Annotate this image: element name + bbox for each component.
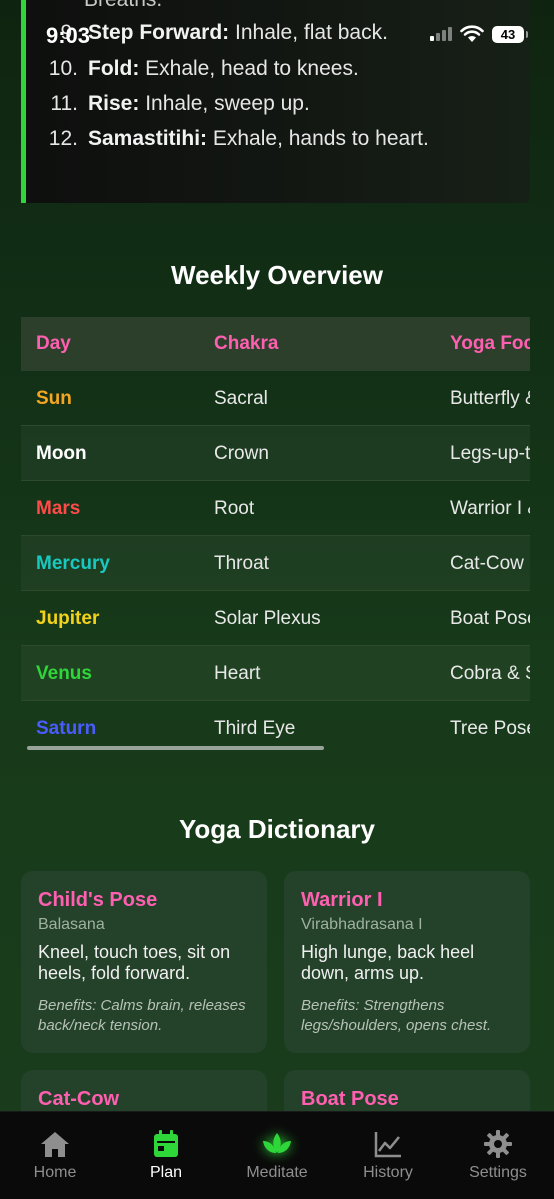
pose-benefits: Benefits: Strengthens legs/shoulders, op… [301,997,492,1034]
pose-name: Cat-Cow [38,1088,120,1110]
step-item: 12. Samastitihi: Exhale, hands to heart. [34,127,429,151]
focus-cell: Butterfly & [450,388,530,409]
header-chakra: Chakra [214,333,279,354]
step-term: Rise: [88,92,140,115]
step-number: 10. [48,57,78,80]
bottom-navigation: Home Plan Meditate History Settings [0,1111,554,1199]
nav-label: Home [33,1164,77,1181]
focus-cell: Cobra & S [450,663,530,684]
step-text: Inhale, sweep up. [139,92,310,115]
day-cell: Jupiter [36,608,100,629]
nav-plan[interactable]: Plan [111,1112,221,1199]
step-text: Inhale, flat back. [229,21,388,44]
pose-sanskrit: Balasana [38,916,105,933]
weekly-overview-table[interactable]: Day Chakra Yoga Foc Sun Sacral Butterfly… [21,317,530,755]
step-text: Exhale, head to knees. [139,57,359,80]
pose-card-warrior-i[interactable]: Warrior I Virabhadrasana I High lunge, b… [284,871,530,1053]
lotus-icon [263,1133,291,1153]
nav-meditate[interactable]: Meditate [222,1112,332,1199]
step-item: 11. Rise: Inhale, sweep up. [34,92,310,116]
step-text: Exhale, hands to heart. [207,127,429,150]
chakra-cell: Solar Plexus [214,608,321,629]
pose-card-cat-cow[interactable]: Cat-Cow [21,1070,267,1111]
nav-home[interactable]: Home [0,1112,110,1199]
step-number: 11. [50,92,78,115]
calendar-icon [154,1130,178,1157]
table-row: Mercury Throat Cat-Cow [21,536,530,591]
pose-sanskrit: Virabhadrasana I [301,916,423,933]
step-item: 9. Step Forward: Inhale, flat back. [34,21,388,45]
pose-name: Boat Pose [301,1088,399,1110]
day-cell: Sun [36,388,72,409]
chakra-cell: Third Eye [214,718,296,739]
nav-label: Plan [149,1164,183,1181]
day-cell: Venus [36,663,92,684]
home-icon [41,1132,69,1157]
chakra-cell: Root [214,498,255,519]
chakra-cell: Throat [214,553,269,574]
focus-cell: Tree Pose [450,718,530,739]
day-cell: Moon [36,443,87,464]
table-row: Mars Root Warrior I & [21,481,530,536]
pose-benefits: Benefits: Calms brain, releases back/nec… [38,997,246,1034]
header-yoga-focus: Yoga Foc [450,333,530,354]
step-term: Fold: [88,57,140,80]
day-cell: Saturn [36,718,97,739]
chakra-cell: Heart [214,663,261,684]
focus-cell: Boat Pose [450,608,530,629]
focus-cell: Legs-up-t [450,443,530,464]
table-header: Day Chakra Yoga Foc [21,317,530,371]
table-row: Jupiter Solar Plexus Boat Pose [21,591,530,646]
nav-label: History [363,1164,413,1181]
yoga-dictionary-title: Yoga Dictionary [178,814,375,844]
header-day: Day [36,333,71,354]
pose-name: Warrior I [301,889,383,911]
focus-cell: Cat-Cow [450,553,524,574]
nav-settings[interactable]: Settings [443,1112,553,1199]
chakra-cell: Sacral [214,388,268,409]
table-row: Moon Crown Legs-up-t [21,426,530,481]
breathing-steps-card: Breaths. 9. Step Forward: Inhale, flat ba… [21,0,530,203]
nav-history[interactable]: History [333,1112,443,1199]
pose-name: Child's Pose [38,889,158,911]
pose-card-childs-pose[interactable]: Child's Pose Balasana Kneel, touch toes,… [21,871,267,1053]
pose-description: High lunge, back heel down, arms up. [301,942,475,983]
step-number: 12. [48,127,78,150]
pose-card-boat-pose[interactable]: Boat Pose [284,1070,530,1111]
step-number: 9. [60,21,78,44]
step-item: 10. Fold: Exhale, head to knees. [34,57,359,81]
table-row: Venus Heart Cobra & S [21,646,530,701]
weekly-overview-title: Weekly Overview [171,260,383,290]
day-cell: Mercury [36,553,110,574]
table-row: Sun Sacral Butterfly & [21,371,530,426]
step-term: Step Forward: [88,21,230,44]
step-term: Samastitihi: [88,127,208,150]
table-horizontal-scrollbar[interactable] [27,746,324,750]
steps-partial-line: Breaths. [84,0,162,12]
nav-label: Meditate [246,1164,308,1181]
chakra-cell: Crown [214,443,269,464]
pose-description: Kneel, touch toes, sit on heels, fold fo… [38,942,231,983]
nav-label: Settings [469,1164,527,1181]
focus-cell: Warrior I & [450,498,530,519]
gear-icon [484,1130,512,1158]
day-cell: Mars [36,498,81,519]
chart-icon [374,1132,401,1158]
